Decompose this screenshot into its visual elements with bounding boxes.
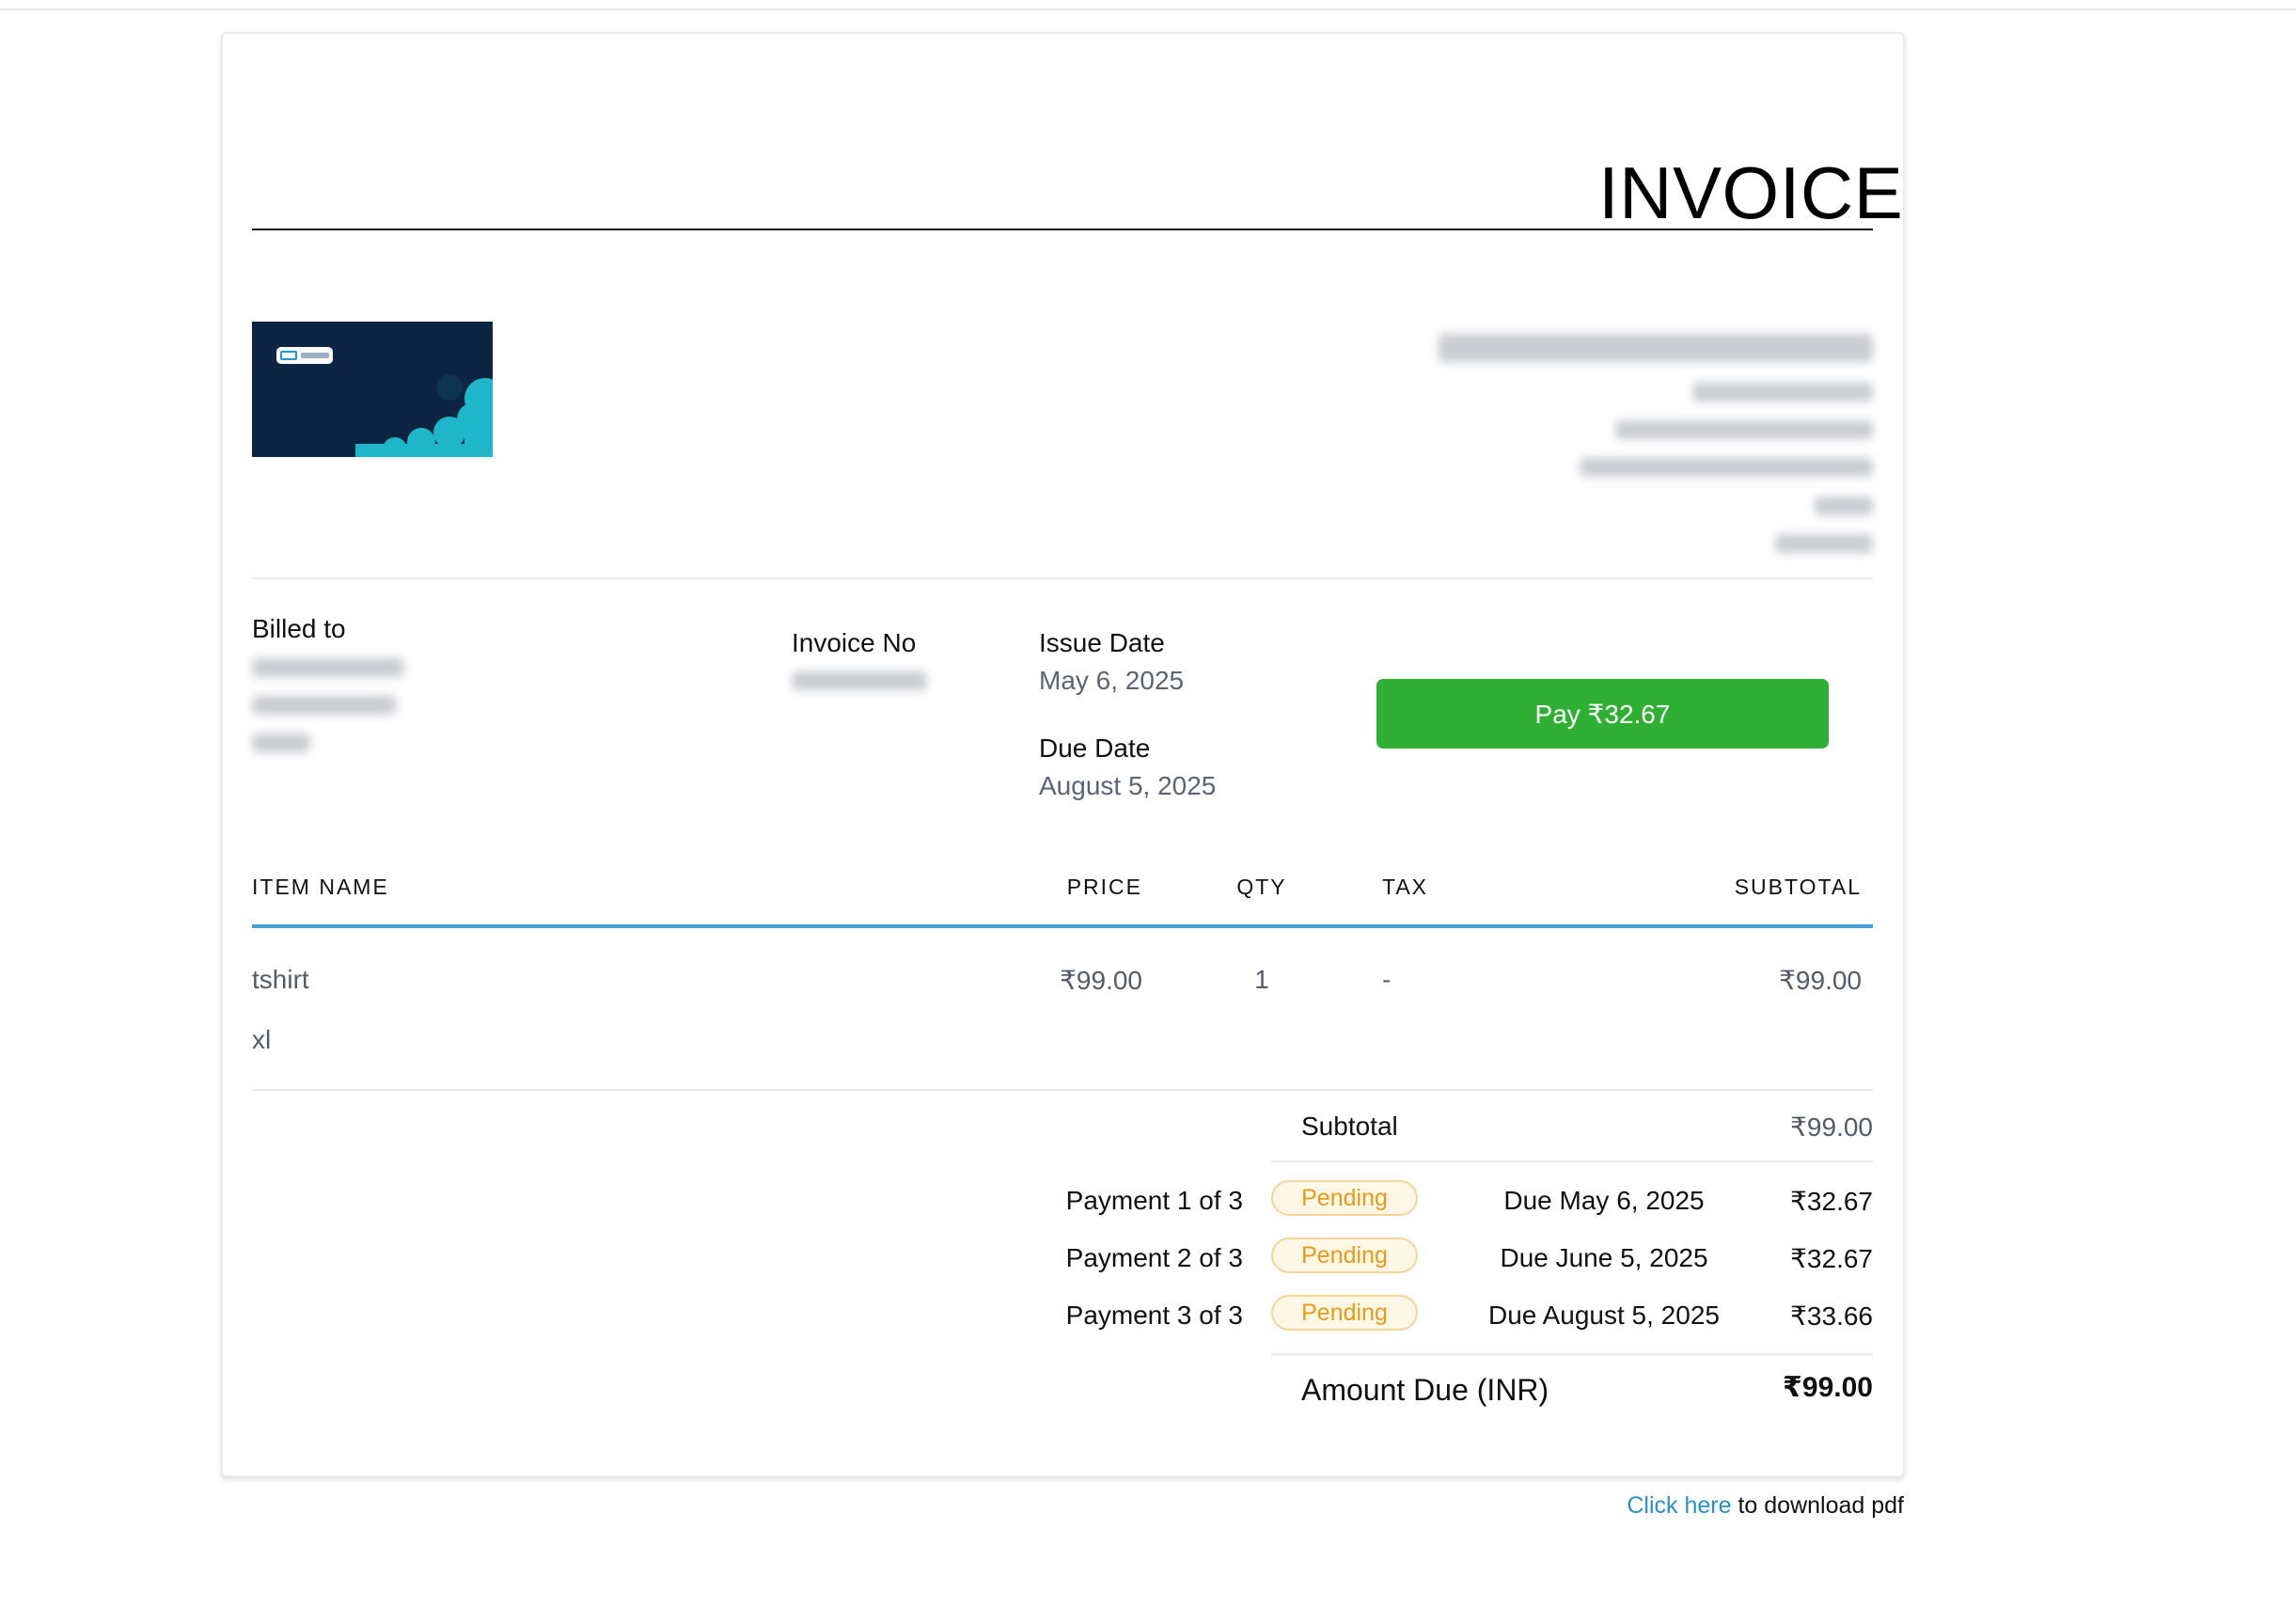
amount-due-divider bbox=[1271, 1353, 1873, 1356]
item-tax: - bbox=[1382, 965, 1392, 994]
item-name: tshirt bbox=[252, 965, 309, 994]
issue-date-value: May 6, 2025 bbox=[1039, 666, 1185, 695]
billed-to-redacted bbox=[252, 696, 397, 715]
payment-amount: ₹33.66 bbox=[1790, 1301, 1873, 1331]
payment-label: Payment 2 of 3 bbox=[1065, 1243, 1243, 1272]
logo-cloud-icon bbox=[355, 374, 493, 457]
issue-date-label: Issue Date bbox=[1039, 628, 1165, 657]
billed-to-redacted bbox=[252, 733, 310, 752]
column-header-qty: QTY bbox=[1236, 875, 1287, 899]
column-header-price: PRICE bbox=[1066, 875, 1142, 899]
item-price: ₹99.00 bbox=[1060, 966, 1142, 995]
status-badge: Pending bbox=[1271, 1180, 1418, 1216]
payment-due-date: Due June 5, 2025 bbox=[1500, 1243, 1708, 1272]
subtotal-divider bbox=[1271, 1160, 1873, 1162]
download-pdf-text: Click here to download pdf bbox=[1504, 1492, 1904, 1520]
top-divider bbox=[0, 0, 2296, 10]
column-header-item-name: ITEM NAME bbox=[252, 875, 389, 899]
amount-due-label: Amount Due (INR) bbox=[1301, 1373, 1549, 1407]
column-header-tax: TAX bbox=[1382, 875, 1429, 899]
table-bottom-divider bbox=[252, 1089, 1873, 1091]
invoice-no-label: Invoice No bbox=[792, 628, 917, 657]
payment-amount: ₹32.67 bbox=[1790, 1244, 1873, 1273]
company-info-redacted bbox=[1775, 534, 1873, 553]
company-info-redacted bbox=[1692, 383, 1873, 402]
payment-label: Payment 1 of 3 bbox=[1065, 1186, 1243, 1215]
payment-due-date: Due May 6, 2025 bbox=[1503, 1186, 1705, 1215]
company-name-redacted bbox=[1439, 334, 1873, 362]
billed-to-redacted bbox=[252, 658, 404, 677]
download-pdf-suffix: to download pdf bbox=[1731, 1492, 1904, 1519]
title-divider bbox=[252, 229, 1873, 230]
header-divider bbox=[252, 577, 1873, 579]
payment-amount: ₹32.67 bbox=[1790, 1187, 1873, 1216]
payment-due-date: Due August 5, 2025 bbox=[1488, 1301, 1720, 1330]
status-badge: Pending bbox=[1271, 1295, 1418, 1331]
column-header-subtotal: SUBTOTAL bbox=[1734, 875, 1862, 899]
company-info-redacted bbox=[1815, 497, 1873, 515]
subtotal-label: Subtotal bbox=[1301, 1111, 1398, 1141]
status-badge: Pending bbox=[1271, 1238, 1418, 1273]
item-subtotal: ₹99.00 bbox=[1779, 966, 1862, 995]
table-header-divider bbox=[252, 924, 1873, 928]
payment-label: Payment 3 of 3 bbox=[1065, 1301, 1243, 1330]
billed-to-label: Billed to bbox=[252, 614, 346, 643]
company-info-redacted bbox=[1615, 420, 1873, 439]
subtotal-value: ₹99.00 bbox=[1790, 1112, 1873, 1142]
pay-button[interactable]: Pay ₹32.67 bbox=[1376, 679, 1829, 749]
amount-due-value: ₹99.00 bbox=[1783, 1372, 1873, 1403]
company-logo bbox=[252, 322, 493, 457]
invoice-no-redacted bbox=[792, 671, 927, 690]
item-variant: xl bbox=[252, 1025, 272, 1054]
due-date-label: Due Date bbox=[1039, 733, 1151, 763]
invoice-title: INVOICE bbox=[1598, 151, 1904, 234]
download-pdf-link[interactable]: Click here bbox=[1627, 1492, 1731, 1519]
due-date-value: August 5, 2025 bbox=[1039, 771, 1217, 800]
company-info-redacted bbox=[1580, 458, 1873, 477]
item-qty: 1 bbox=[1254, 965, 1269, 994]
